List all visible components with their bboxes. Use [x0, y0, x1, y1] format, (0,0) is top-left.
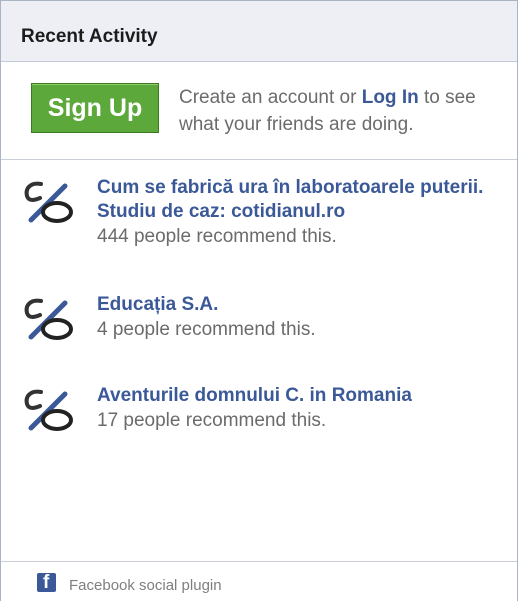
recent-activity-widget: Recent Activity Sign Up Create an accoun…	[0, 0, 518, 601]
activity-title-link[interactable]: Cum se fabrică ura în laboratoarele pute…	[97, 176, 497, 224]
facebook-icon: f	[37, 572, 56, 593]
log-in-link[interactable]: Log In	[362, 87, 419, 108]
activity-body: Educația S.A. 4 people recommend this.	[97, 293, 497, 343]
recommend-icon	[24, 389, 73, 431]
activity-body: Aventurile domnului C. in Romania 17 peo…	[97, 384, 497, 434]
widget-footer: f Facebook social plugin	[1, 561, 517, 602]
activity-title-link[interactable]: Aventurile domnului C. in Romania	[97, 384, 497, 408]
recommend-count: 444 people recommend this.	[97, 226, 337, 247]
activity-body: Cum se fabrică ura în laboratoarele pute…	[97, 176, 497, 250]
sign-up-button[interactable]: Sign Up	[31, 83, 159, 133]
widget-title: Recent Activity	[21, 26, 158, 47]
signup-text-before: Create an account or	[179, 87, 362, 108]
social-plugin-link[interactable]: Facebook social plugin	[69, 577, 222, 594]
widget-header: Recent Activity	[1, 1, 517, 62]
activity-item: Aventurile domnului C. in Romania 17 peo…	[21, 384, 501, 444]
signup-section: Sign Up Create an account or Log In to s…	[1, 62, 517, 160]
activity-title-link[interactable]: Educația S.A.	[97, 293, 497, 317]
recommend-count: 17 people recommend this.	[97, 410, 327, 431]
activity-item: Cum se fabrică ura în laboratoarele pute…	[21, 176, 501, 266]
recommend-icon	[24, 181, 73, 223]
activity-item: Educația S.A. 4 people recommend this.	[21, 293, 501, 353]
recommend-icon	[24, 298, 73, 340]
signup-prompt: Create an account or Log In to see what …	[179, 84, 509, 138]
recommend-count: 4 people recommend this.	[97, 319, 316, 340]
